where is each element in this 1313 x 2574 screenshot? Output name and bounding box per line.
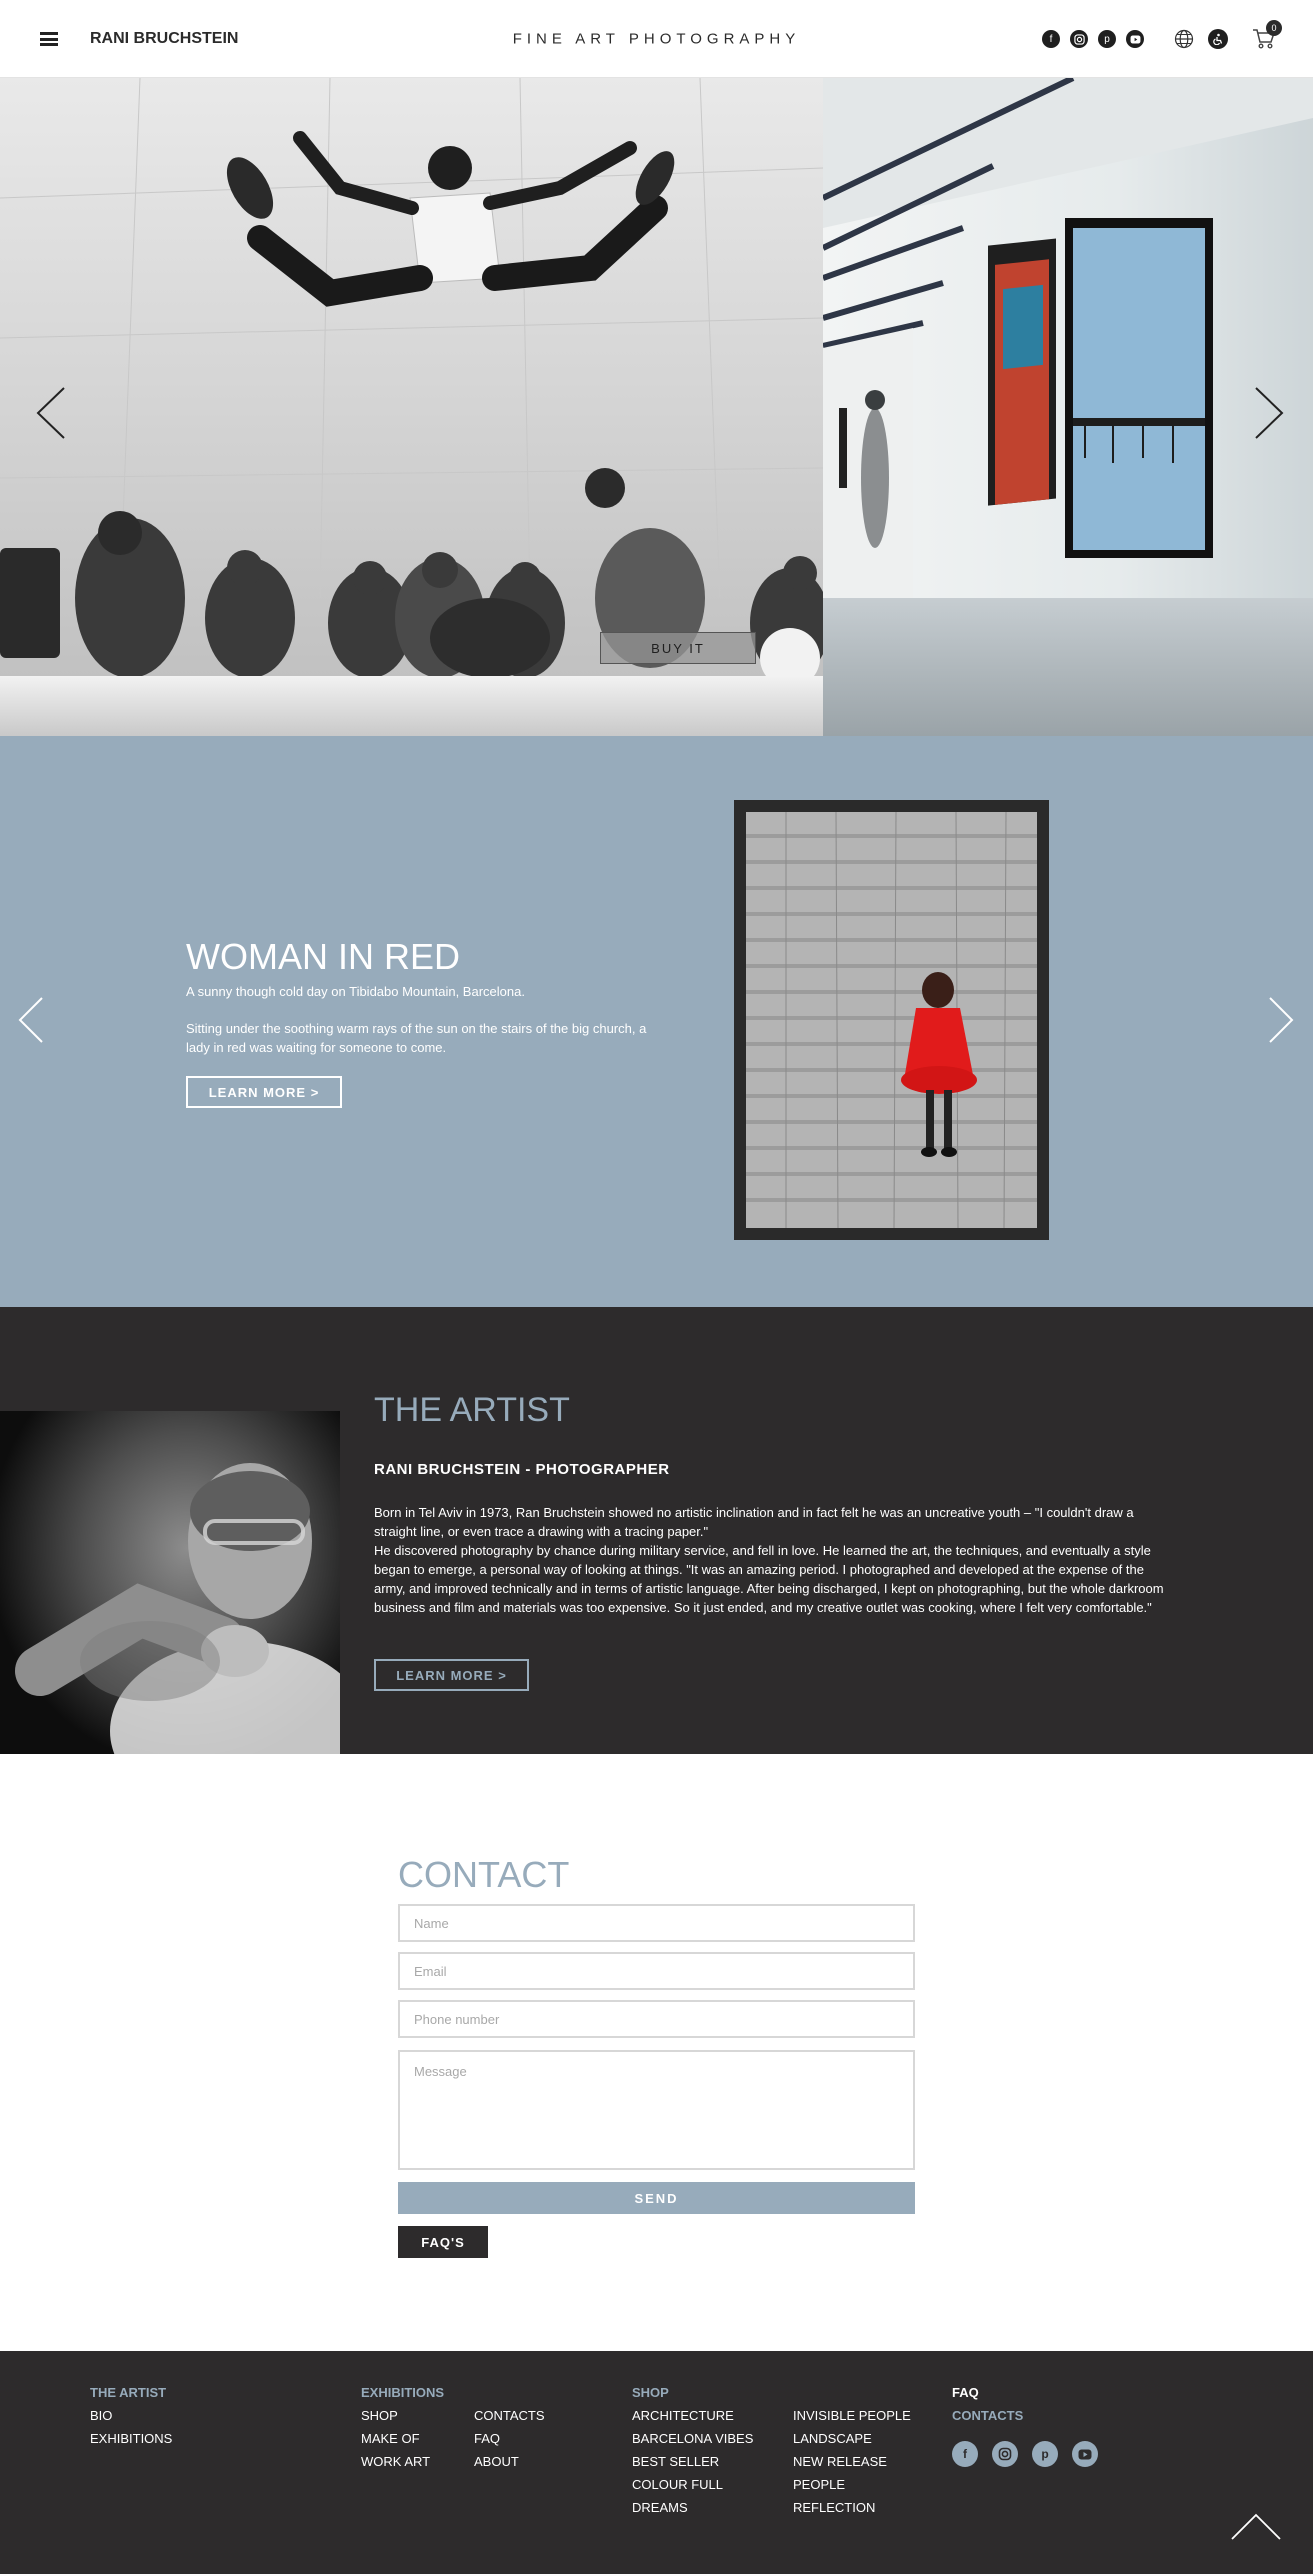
footer-link-landscape[interactable]: LANDSCAPE — [793, 2431, 911, 2454]
footer-link-architecture[interactable]: ARCHITECTURE — [632, 2408, 753, 2431]
learn-more-button[interactable]: LEARN MORE > — [186, 1076, 342, 1108]
chevron-left-icon[interactable] — [18, 996, 44, 1044]
pinterest-icon[interactable]: p — [1032, 2441, 1058, 2467]
footer-link-best-seller[interactable]: BEST SELLER — [632, 2454, 753, 2477]
instagram-icon[interactable] — [1070, 30, 1088, 48]
footer-link-contacts[interactable]: CONTACTS — [474, 2408, 545, 2431]
footer-shop-column: SHOP ARCHITECTURE BARCELONA VIBES BEST S… — [632, 2385, 753, 2523]
chevron-right-icon[interactable] — [1268, 996, 1294, 1044]
artist-heading: THE ARTIST — [374, 1391, 570, 1429]
footer-link-invisible-people[interactable]: INVISIBLE PEOPLE — [793, 2408, 911, 2431]
youtube-icon[interactable] — [1072, 2441, 1098, 2467]
send-button[interactable]: SEND — [398, 2182, 915, 2214]
featured-photo — [746, 812, 1037, 1228]
footer-link-new-release[interactable]: NEW RELEASE — [793, 2454, 911, 2477]
contact-section: CONTACT SEND FAQ'S — [0, 1754, 1313, 2351]
footer-exhibitions-column: EXHIBITIONS SHOP MAKE OF WORK ART — [361, 2385, 444, 2477]
footer-heading-shop[interactable]: SHOP — [632, 2385, 753, 2408]
featured-photo-slider: WOMAN IN RED A sunny though cold day on … — [0, 736, 1313, 1307]
footer-link-exhibitions[interactable]: EXHIBITIONS — [90, 2431, 172, 2454]
artist-learn-more-button[interactable]: LEARN MORE > — [374, 1659, 529, 1691]
footer-heading-faq[interactable]: FAQ — [952, 2385, 1023, 2408]
artist-section: THE ARTIST RANI BRUCHSTEIN - PHOTOGRAPHE… — [0, 1307, 1313, 1754]
footer-faq-column: FAQ CONTACTS — [952, 2385, 1023, 2431]
footer-link-work-art[interactable]: WORK ART — [361, 2454, 444, 2477]
globe-icon[interactable] — [1174, 29, 1194, 49]
hero-photo-gallery — [823, 78, 1313, 736]
footer-exhibitions-column-b: CONTACTS FAQ ABOUT — [474, 2408, 545, 2477]
footer-link-colour-full[interactable]: COLOUR FULL — [632, 2477, 753, 2500]
artist-portrait — [0, 1411, 340, 1754]
accessibility-icon[interactable] — [1208, 29, 1228, 49]
footer-heading-contacts[interactable]: CONTACTS — [952, 2408, 1023, 2431]
site-footer: THE ARTIST BIO EXHIBITIONS EXHIBITIONS S… — [0, 2351, 1313, 2574]
footer-link-about[interactable]: ABOUT — [474, 2454, 545, 2477]
artist-bio-paragraph: He discovered photography by chance duri… — [374, 1543, 1164, 1615]
footer-link-reflection[interactable]: REFLECTION — [793, 2500, 911, 2523]
facebook-icon[interactable]: f — [1042, 30, 1060, 48]
cart-count-badge: 0 — [1266, 20, 1282, 36]
footer-link-make-of[interactable]: MAKE OF — [361, 2431, 444, 2454]
facebook-icon[interactable]: f — [952, 2441, 978, 2467]
pinterest-icon[interactable]: p — [1098, 30, 1116, 48]
name-field[interactable] — [398, 1904, 915, 1942]
chevron-up-icon[interactable] — [1230, 2511, 1282, 2541]
footer-link-dreams[interactable]: DREAMS — [632, 2500, 753, 2523]
footer-link-barcelona-vibes[interactable]: BARCELONA VIBES — [632, 2431, 753, 2454]
footer-shop-column-b: INVISIBLE PEOPLE LANDSCAPE NEW RELEASE P… — [793, 2408, 911, 2523]
email-field[interactable] — [398, 1952, 915, 1990]
site-brand[interactable]: RANI BRUCHSTEIN — [90, 30, 238, 48]
footer-heading-exhibitions[interactable]: EXHIBITIONS — [361, 2385, 444, 2408]
featured-subtitle: A sunny though cold day on Tibidabo Moun… — [186, 984, 525, 999]
contact-heading: CONTACT — [398, 1854, 570, 1895]
phone-field[interactable] — [398, 2000, 915, 2038]
instagram-icon[interactable] — [992, 2441, 1018, 2467]
site-header: RANI BRUCHSTEIN FINE ART PHOTOGRAPHY f p… — [0, 0, 1313, 78]
chevron-left-icon[interactable] — [36, 386, 66, 440]
footer-heading-artist[interactable]: THE ARTIST — [90, 2385, 172, 2408]
artist-bio: Born in Tel Aviv in 1973, Ran Bruchstein… — [374, 1503, 1174, 1617]
footer-link-faq[interactable]: FAQ — [474, 2431, 545, 2454]
artist-bio-paragraph: Born in Tel Aviv in 1973, Ran Bruchstein… — [374, 1505, 1134, 1539]
faq-button[interactable]: FAQ'S — [398, 2226, 488, 2258]
message-field[interactable] — [398, 2050, 915, 2170]
featured-description: Sitting under the soothing warm rays of … — [186, 1021, 647, 1055]
featured-title: WOMAN IN RED — [186, 936, 460, 977]
footer-link-people[interactable]: PEOPLE — [793, 2477, 911, 2500]
footer-link-shop[interactable]: SHOP — [361, 2408, 444, 2431]
chevron-right-icon[interactable] — [1254, 386, 1284, 440]
buy-it-button[interactable]: BUY IT — [600, 632, 756, 664]
footer-link-bio[interactable]: BIO — [90, 2408, 172, 2431]
artist-subheading: RANI BRUCHSTEIN - PHOTOGRAPHER — [374, 1461, 670, 1478]
hero-slider: BUY IT — [0, 78, 1313, 736]
youtube-icon[interactable] — [1126, 30, 1144, 48]
cart-icon[interactable]: 0 — [1252, 20, 1282, 50]
featured-photo-frame[interactable] — [734, 800, 1049, 1240]
footer-artist-column: THE ARTIST BIO EXHIBITIONS — [90, 2385, 172, 2454]
menu-icon[interactable] — [40, 32, 58, 46]
